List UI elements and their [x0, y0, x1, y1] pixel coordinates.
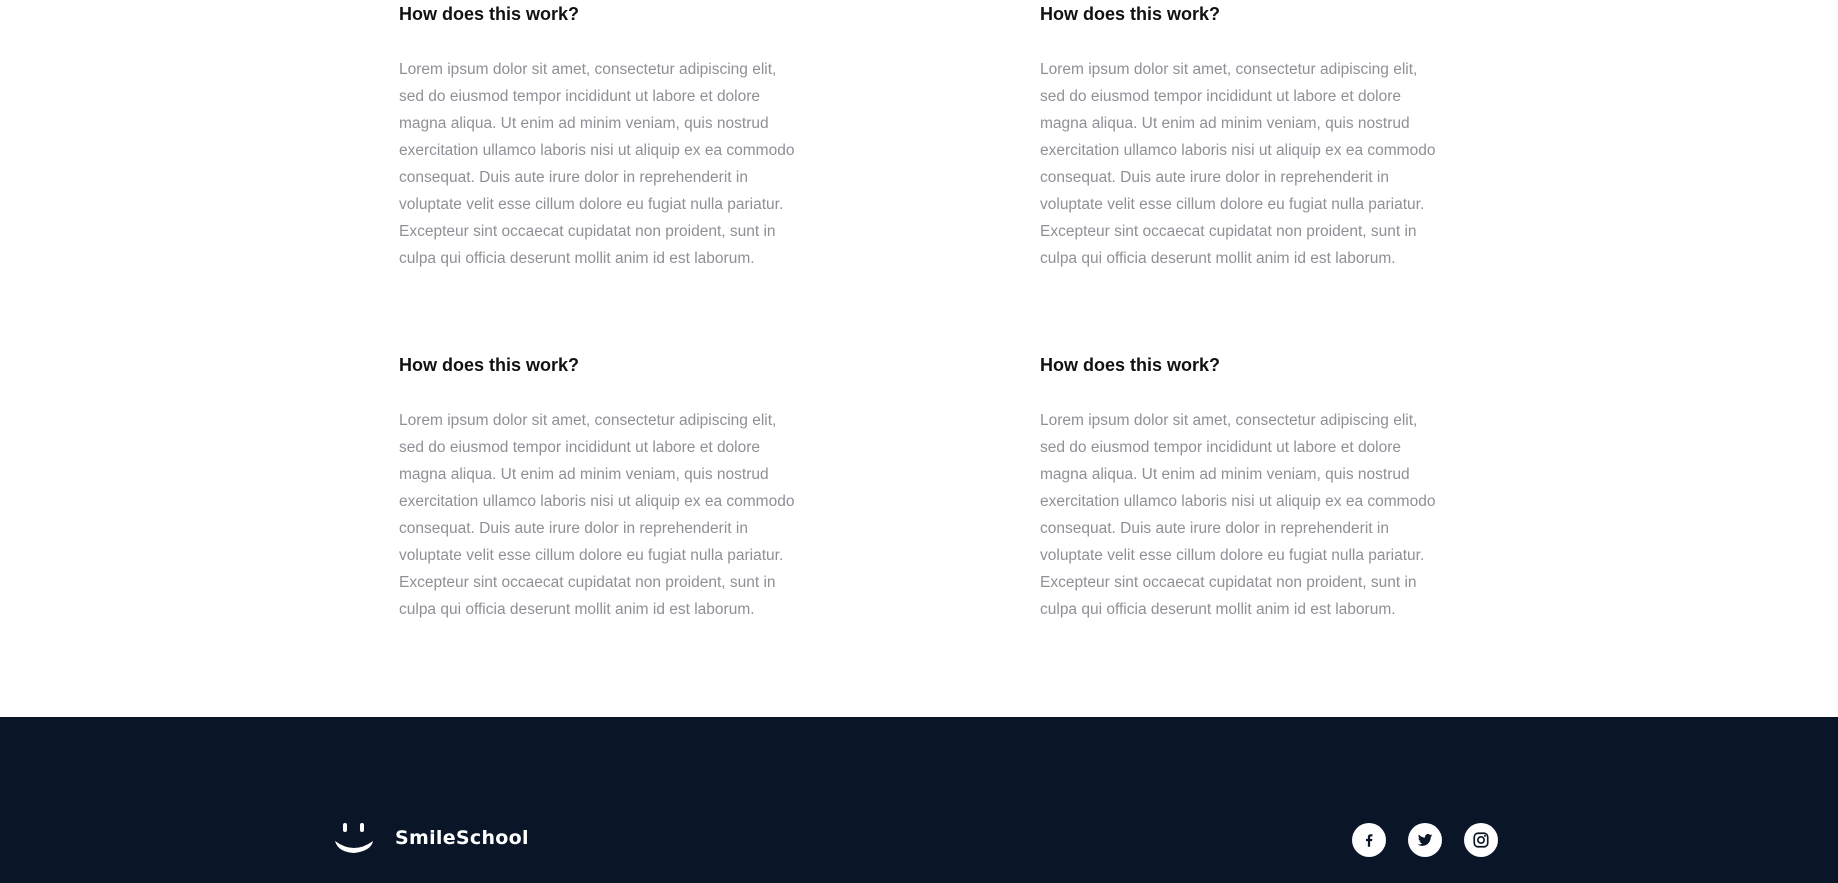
faq-item: How does this work? Lorem ipsum dolor si… [1040, 2, 1440, 272]
instagram-icon [1473, 832, 1489, 848]
faq-answer: Lorem ipsum dolor sit amet, consectetur … [1040, 61, 1436, 267]
twitter-link[interactable] [1408, 823, 1442, 857]
faq-item: How does this work? Lorem ipsum dolor si… [399, 353, 799, 623]
faq-question: How does this work? [1040, 4, 1221, 24]
brand-name: SmileSchool [395, 827, 529, 849]
smile-logo-icon [335, 823, 373, 853]
faq-answer: Lorem ipsum dolor sit amet, consectetur … [399, 412, 795, 618]
twitter-icon [1417, 834, 1433, 846]
faq-item: How does this work? Lorem ipsum dolor si… [399, 2, 799, 272]
faq-answer: Lorem ipsum dolor sit amet, consectetur … [399, 61, 795, 267]
page: How does this work? Lorem ipsum dolor si… [0, 0, 1838, 883]
footer: SmileSchool [0, 717, 1838, 883]
faq-item: How does this work? Lorem ipsum dolor si… [1040, 353, 1440, 623]
instagram-link[interactable] [1464, 823, 1498, 857]
social-links [1352, 823, 1498, 857]
faq-section: How does this work? Lorem ipsum dolor si… [0, 0, 1838, 717]
faq-question: How does this work? [1040, 355, 1221, 375]
facebook-icon [1366, 834, 1373, 847]
faq-question: How does this work? [399, 4, 580, 24]
brand-logo-link[interactable]: SmileSchool [333, 821, 529, 855]
faq-question: How does this work? [399, 355, 580, 375]
facebook-link[interactable] [1352, 823, 1386, 857]
faq-answer: Lorem ipsum dolor sit amet, consectetur … [1040, 412, 1436, 618]
